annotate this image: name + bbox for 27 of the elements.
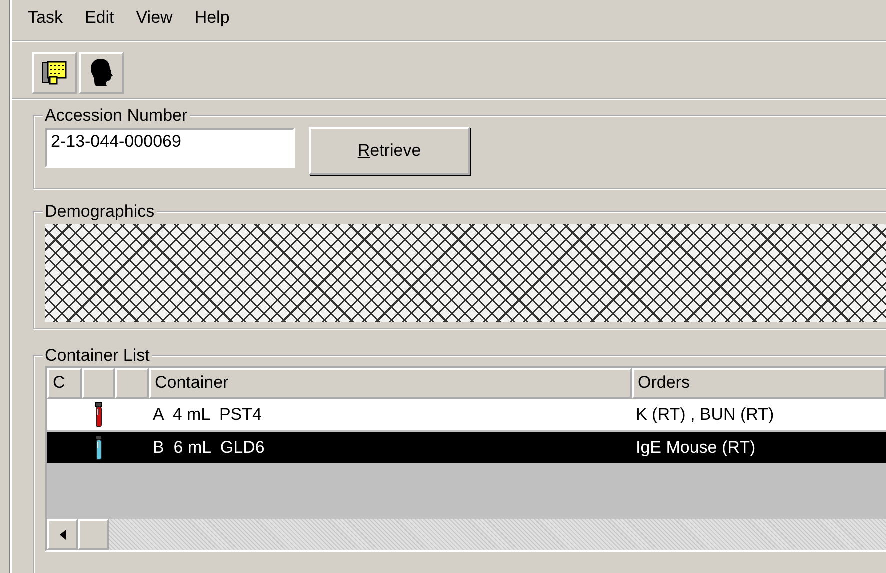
table-cell-text: B 6 mL GLD6 xyxy=(152,436,266,458)
column-header[interactable]: Container xyxy=(149,368,632,399)
left-arrow-icon xyxy=(60,530,66,540)
column-header[interactable] xyxy=(82,368,115,399)
table-cell-text: K (RT) , BUN (RT) xyxy=(635,404,776,426)
head-silhouette-icon xyxy=(88,58,114,88)
list-row[interactable]: A 4 mL PST4 K (RT) , BUN (RT) xyxy=(47,399,886,432)
table-cell-text: A 4 mL PST4 xyxy=(152,404,263,426)
list-row[interactable]: B 6 mL GLD6 IgE Mouse (RT) xyxy=(47,432,886,465)
column-header[interactable]: Orders xyxy=(632,368,886,399)
menu-item[interactable]: View xyxy=(136,8,173,40)
scroll-left-button[interactable] xyxy=(47,519,78,550)
toolbar-button[interactable] xyxy=(32,52,77,94)
input-field[interactable]: 2-13-044-000069 xyxy=(45,128,295,168)
menu-item[interactable]: Task xyxy=(28,8,63,40)
table-cell-text: IgE Mouse (RT) xyxy=(635,436,757,458)
scroll-thumb[interactable] xyxy=(78,519,109,550)
group-title: Container List xyxy=(44,346,151,366)
toolbar-button[interactable] xyxy=(79,52,124,94)
horizontal-scrollbar[interactable] xyxy=(47,519,886,550)
column-header[interactable] xyxy=(115,368,149,399)
menu-item[interactable]: Help xyxy=(194,8,230,40)
menu-item[interactable]: Edit xyxy=(84,8,114,40)
group-title: Demographics xyxy=(44,202,156,222)
group-title: Accession Number xyxy=(44,106,189,126)
column-header[interactable]: C xyxy=(47,368,82,399)
retrieve-button[interactable]: Retrieve xyxy=(309,127,470,175)
